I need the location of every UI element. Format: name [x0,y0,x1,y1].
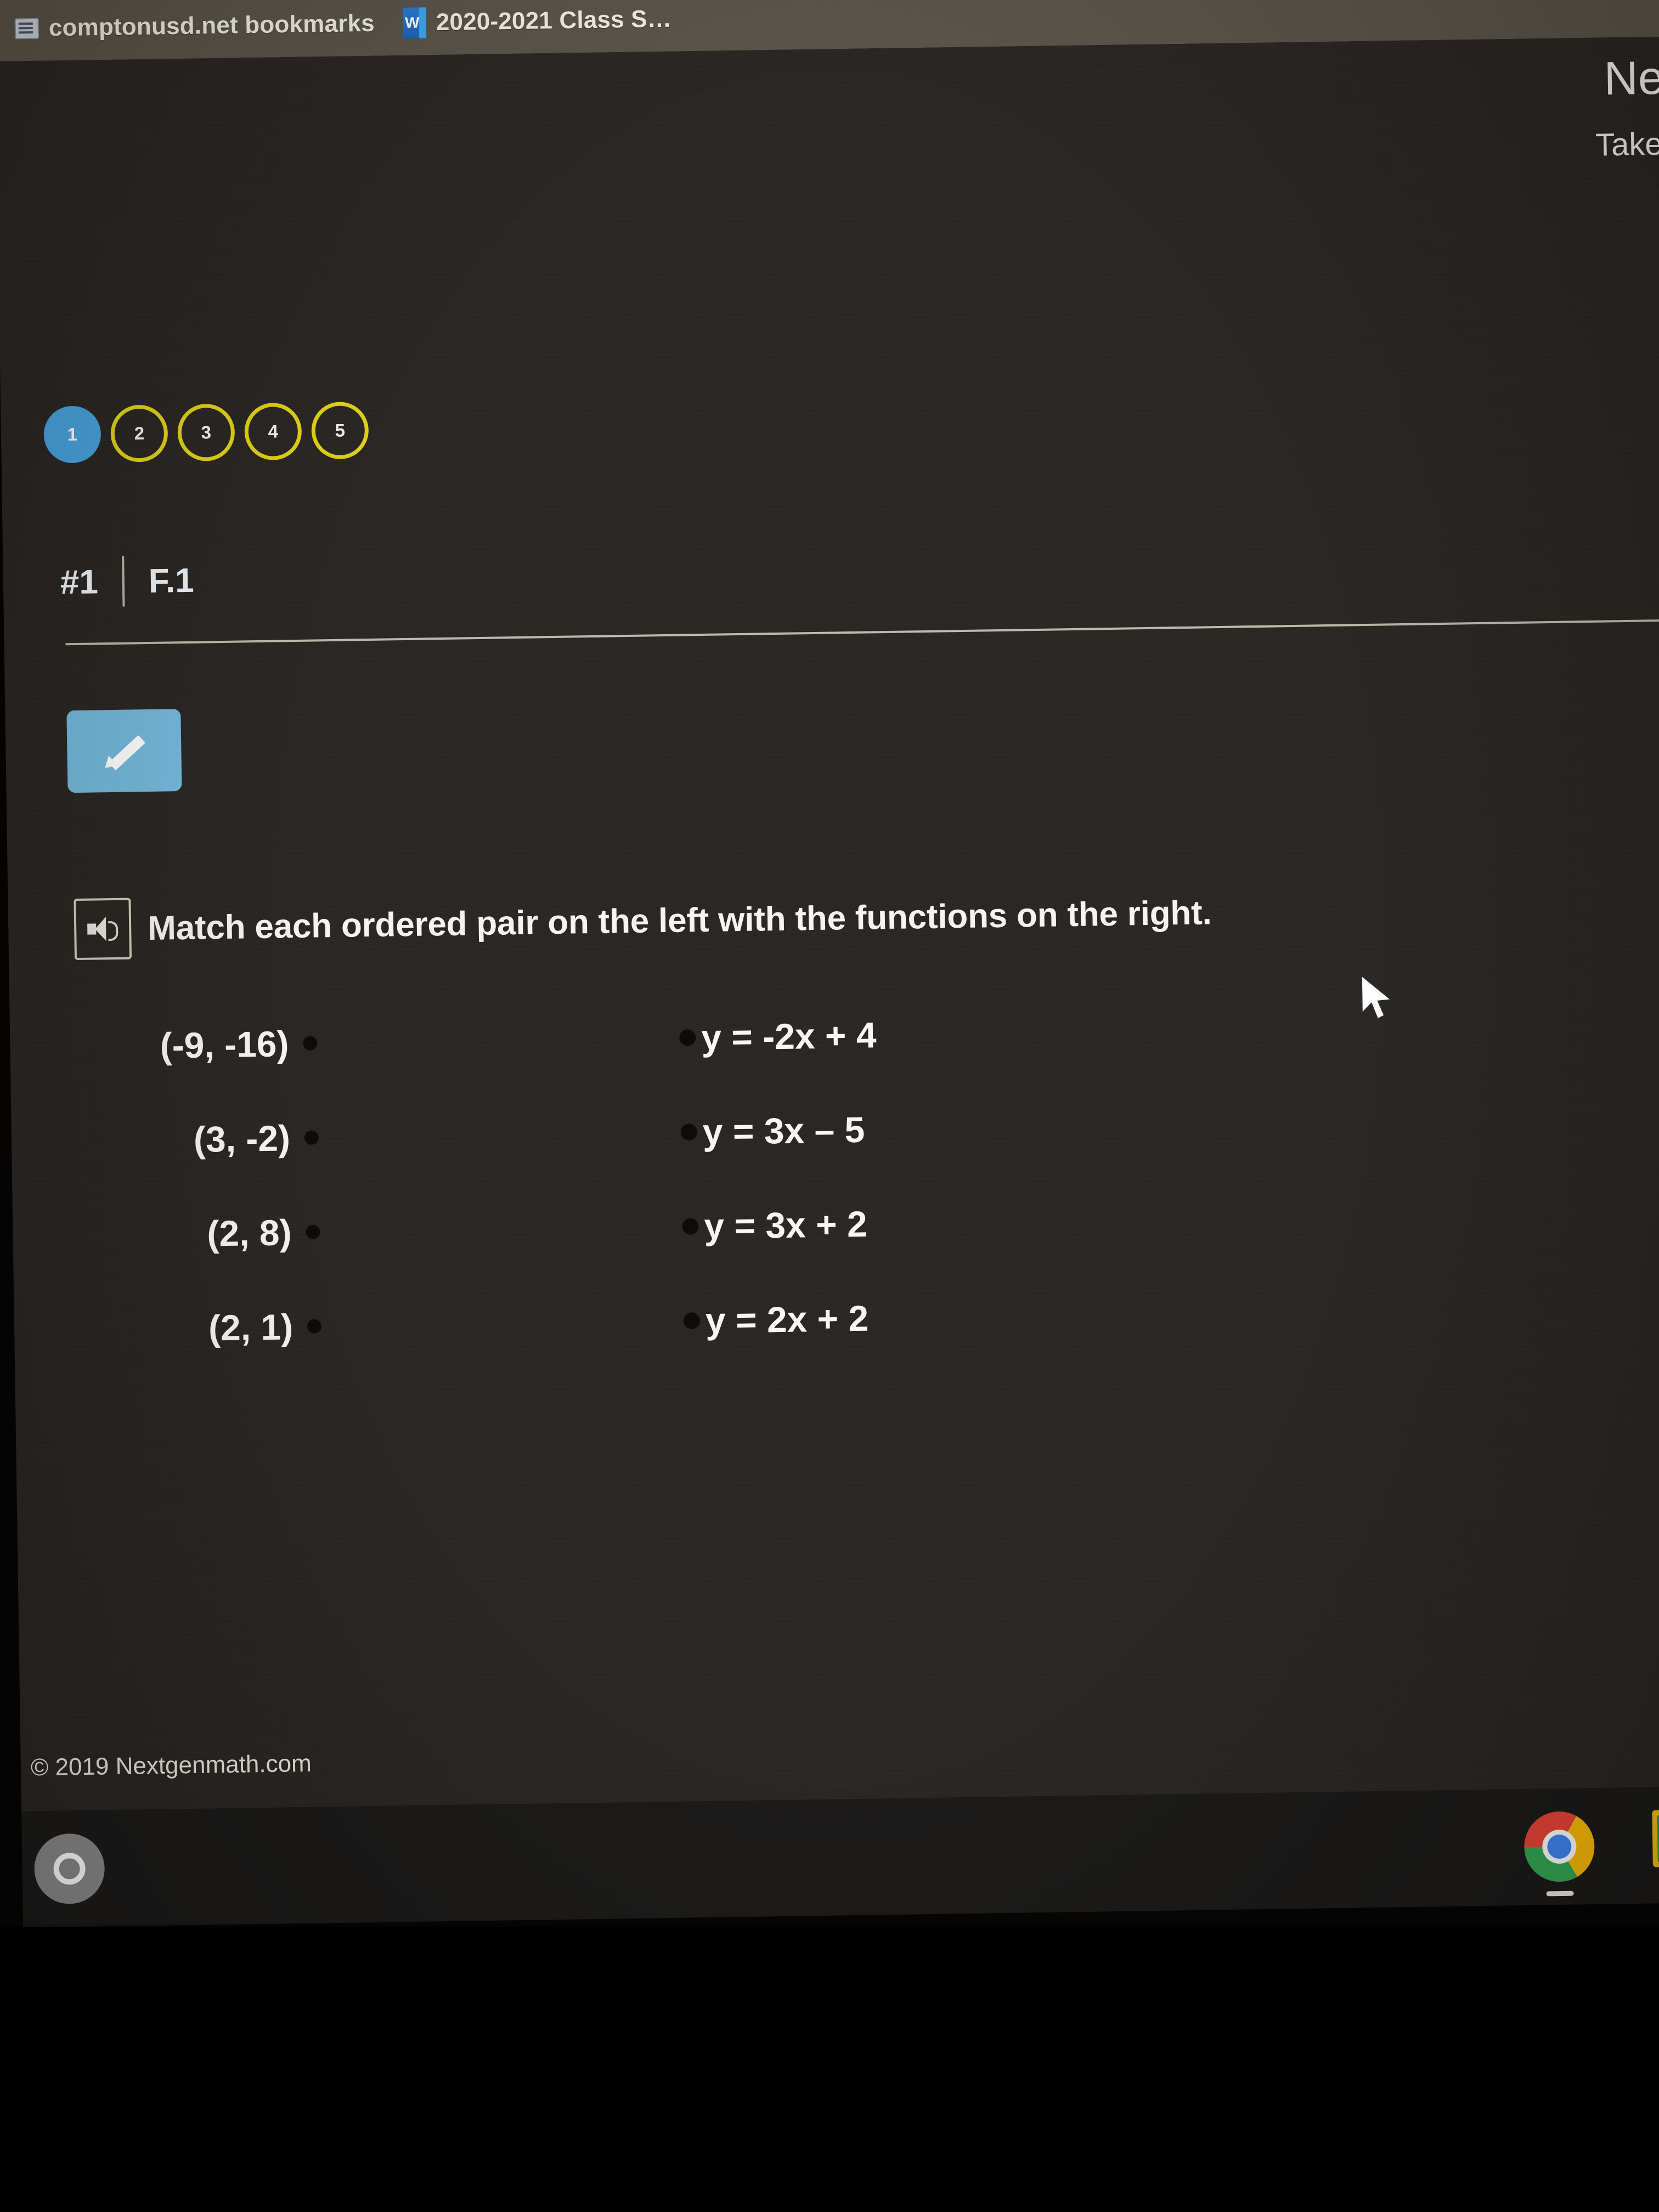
ordered-pair-label: (3, -2) [193,1118,291,1160]
connector-dot-left[interactable] [303,1036,318,1051]
copyright-footer: © 2019 Nextgenmath.com [30,1750,312,1781]
connector-dot-right[interactable] [682,1218,699,1235]
function-item-2[interactable]: y = 3x – 5 [680,1109,865,1153]
ordered-pair-item-2[interactable]: (3, -2) [11,1116,319,1163]
shelf-app-classroom[interactable] [1652,1809,1659,1881]
pencil-icon [98,724,151,777]
bookmark-item-comptonusd[interactable]: comptonusd.net bookmarks [0,0,389,55]
ordered-pair-item-1[interactable]: (-9, -16) [10,1022,318,1068]
shelf-app-chrome[interactable] [1523,1811,1595,1897]
folder-icon [14,18,40,40]
matching-area: (-9, -16) y = -2x + 4 (3, -2) y = 3x – 5… [10,1002,1659,1404]
word-document-icon: W [403,7,427,38]
question-nav-label: 5 [335,420,346,441]
taken-by-label: Taken by: [1595,125,1659,163]
connector-dot-right[interactable] [683,1312,701,1329]
page-header: Next Taken by: [1594,51,1659,163]
function-item-4[interactable]: y = 2x + 2 [683,1297,869,1342]
chrome-icon [1523,1811,1595,1882]
connector-dot-right[interactable] [680,1124,698,1141]
ordered-pair-item-3[interactable]: (2, 8) [13,1211,320,1257]
speaker-wave-icon [108,921,119,941]
question-nav-label: 4 [268,421,279,442]
question-nav-item-3[interactable]: 3 [177,403,235,462]
monitor-bezel [0,1927,1659,2212]
question-standard: F.1 [148,561,195,600]
function-label: y = 3x + 2 [703,1203,868,1247]
launcher-circle-icon[interactable] [33,1833,105,1905]
question-nav-item-1[interactable]: 1 [43,405,101,464]
function-label: y = -2x + 4 [701,1014,877,1058]
header-rule [65,618,1659,646]
question-header: #1 F.1 [60,555,194,608]
ordered-pair-label: (2, 1) [208,1306,294,1348]
app-active-indicator [1546,1891,1574,1897]
word-icon-letter: W [404,14,420,31]
question-nav-item-2[interactable]: 2 [110,404,168,462]
connector-dot-left[interactable] [304,1130,319,1145]
bookmark-item-class-schedule[interactable]: W 2020-2021 Class S… [388,0,686,49]
connector-dot-right[interactable] [679,1029,696,1046]
bookmark-label: comptonusd.net bookmarks [48,9,375,42]
question-nav: 1 2 3 4 5 [43,401,369,464]
launcher-inner-ring [53,1852,86,1885]
function-item-3[interactable]: y = 3x + 2 [682,1203,867,1248]
question-nav-label: 2 [134,423,145,444]
ordered-pair-label: (2, 8) [206,1212,292,1254]
question-nav-item-4[interactable]: 4 [244,402,302,461]
chromeos-shelf [21,1786,1659,1928]
chrome-icon-core [1547,1834,1572,1859]
match-gap [317,1017,679,1023]
draw-tool-button[interactable] [66,709,182,793]
prompt-row: Match each ordered pair on the left with… [74,882,1212,961]
next-button[interactable]: Next [1594,51,1659,105]
function-label: y = 3x – 5 [702,1109,865,1153]
quiz-page: Next Taken by: 1 2 3 4 5 [0,36,1659,1812]
speaker-icon [87,917,119,941]
question-number: #1 [60,562,99,601]
function-label: y = 2x + 2 [705,1297,869,1341]
google-classroom-icon [1652,1809,1659,1867]
connector-dot-left[interactable] [307,1319,322,1334]
bookmark-label: 2020-2021 Class S… [436,5,672,36]
function-item-1[interactable]: y = -2x + 4 [679,1014,877,1058]
read-aloud-button[interactable] [74,898,132,961]
shelf-app-list [1523,1809,1659,1897]
question-nav-item-5[interactable]: 5 [311,401,369,460]
ordered-pair-item-4[interactable]: (2, 1) [14,1305,322,1351]
connector-dot-left[interactable] [306,1224,320,1239]
question-nav-label: 3 [201,422,212,443]
ordered-pair-label: (-9, -16) [160,1023,289,1066]
chrome-icon-ring [1542,1829,1577,1864]
question-prompt: Match each ordered pair on the left with… [147,893,1212,947]
screen-content: comptonusd.net bookmarks W 2020-2021 Cla… [0,0,1659,1928]
photo-of-screen: comptonusd.net bookmarks W 2020-2021 Cla… [0,0,1659,2212]
question-nav-label: 1 [67,424,78,445]
